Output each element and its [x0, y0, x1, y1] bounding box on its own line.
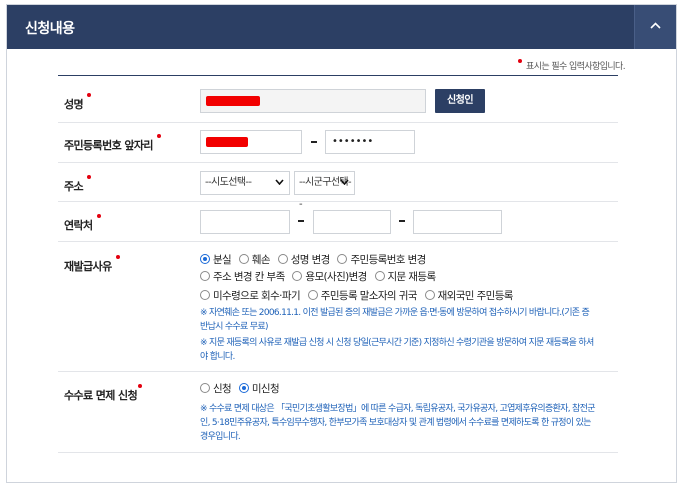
radio-empty-icon — [307, 290, 318, 300]
radio-empty-icon — [374, 271, 385, 281]
address-label: 주소 — [64, 175, 91, 194]
panel-header: 신청내용 — [7, 5, 676, 49]
redacted-rrn — [206, 137, 248, 147]
reissue-note-1: ※ 자연훼손 또는 2006.11.1. 이전 발급된 증의 재발급은 가까운 … — [200, 308, 590, 332]
radio-return-home[interactable]: 주민등록 말소자의 귀국 — [307, 288, 417, 303]
radio-empty-icon — [238, 254, 249, 264]
reissue-options-row-2: 주소 변경 칸 부족 용모(사진)변경 지문 재등록 — [200, 269, 441, 284]
rrn-dash — [311, 141, 317, 143]
radio-empty-icon — [424, 290, 435, 300]
rrn-label: 주민등록번호 앞자리 — [64, 134, 161, 153]
radio-lost[interactable]: 분실 — [200, 252, 232, 267]
sido-select[interactable]: --시도선택-- — [200, 171, 290, 195]
panel-title: 신청내용 — [25, 21, 75, 37]
radio-empty-icon — [292, 271, 303, 281]
chevron-down-icon — [340, 179, 349, 185]
row-divider — [58, 371, 618, 372]
applicant-button[interactable]: 신청인 — [435, 89, 485, 113]
reissue-options-row-1: 분실 훼손 성명 변경 주민등록번호 변경 — [200, 252, 431, 267]
reissue-label: 재발급사유 — [64, 255, 120, 274]
radio-empty-icon — [337, 254, 348, 264]
radio-uncollected[interactable]: 미수령으로 회수·파기 — [200, 288, 301, 303]
required-dot-icon — [97, 214, 101, 218]
reissue-note-2: ※ 지문 재등록의 사유로 재발급 신청 시 신청 당일(근무시간 기준) 지정… — [200, 338, 594, 362]
radio-overseas-national[interactable]: 재외국민 주민등록 — [424, 288, 513, 303]
name-label: 성명 — [64, 93, 91, 112]
radio-empty-icon — [200, 271, 210, 281]
fee-note: ※ 수수료 면제 대상은 「국민기초생활보장법」에 따른 수급자, 독립유공자,… — [200, 404, 595, 442]
required-dot-icon — [116, 255, 120, 259]
radio-name-change[interactable]: 성명 변경 — [277, 252, 330, 267]
sigungu-select[interactable]: --시군구선택-- — [294, 171, 355, 210]
radio-fee-not-apply[interactable]: 미신청 — [238, 381, 280, 396]
chevron-down-icon — [275, 179, 284, 185]
contact-dash — [298, 220, 304, 222]
radio-selected-icon — [238, 383, 249, 393]
required-dot-icon — [138, 384, 142, 388]
row-divider — [58, 241, 618, 242]
contact-field-2[interactable] — [313, 210, 391, 234]
radio-damaged[interactable]: 훼손 — [238, 252, 271, 267]
form-top-divider — [58, 75, 618, 76]
row-divider — [58, 122, 618, 123]
rrn-back-field[interactable]: ••••••• — [325, 130, 415, 154]
redacted-name — [206, 96, 260, 106]
contact-label: 연락처 — [64, 214, 101, 233]
contact-field-3[interactable] — [413, 210, 502, 234]
reissue-options-row-3: 미수령으로 회수·파기 주민등록 말소자의 귀국 재외국민 주민등록 — [200, 288, 518, 303]
radio-empty-icon — [277, 254, 288, 264]
fee-label: 수수료 면제 신청 — [64, 384, 142, 403]
required-note: 표시는 필수 입력사항입니다. — [518, 59, 626, 72]
chevron-up-icon — [650, 22, 661, 29]
radio-address-space[interactable]: 주소 변경 칸 부족 — [200, 269, 285, 284]
radio-fee-apply[interactable]: 신청 — [200, 381, 232, 396]
row-divider — [58, 452, 618, 453]
contact-field-1[interactable] — [200, 210, 290, 234]
fee-options: 신청 미신청 — [200, 381, 284, 396]
radio-rrn-change[interactable]: 주민등록번호 변경 — [337, 252, 426, 267]
radio-empty-icon — [200, 383, 210, 393]
radio-empty-icon — [200, 290, 210, 300]
required-dot-icon — [87, 175, 91, 179]
radio-selected-icon — [200, 254, 210, 264]
required-dot-icon — [518, 59, 523, 63]
row-divider — [58, 201, 618, 202]
contact-dash — [399, 220, 405, 222]
radio-photo-change[interactable]: 용모(사진)변경 — [292, 269, 367, 284]
collapse-button[interactable] — [634, 5, 676, 49]
radio-fingerprint[interactable]: 지문 재등록 — [374, 269, 436, 284]
row-divider — [58, 162, 618, 163]
required-dot-icon — [157, 134, 161, 138]
required-dot-icon — [87, 93, 91, 97]
